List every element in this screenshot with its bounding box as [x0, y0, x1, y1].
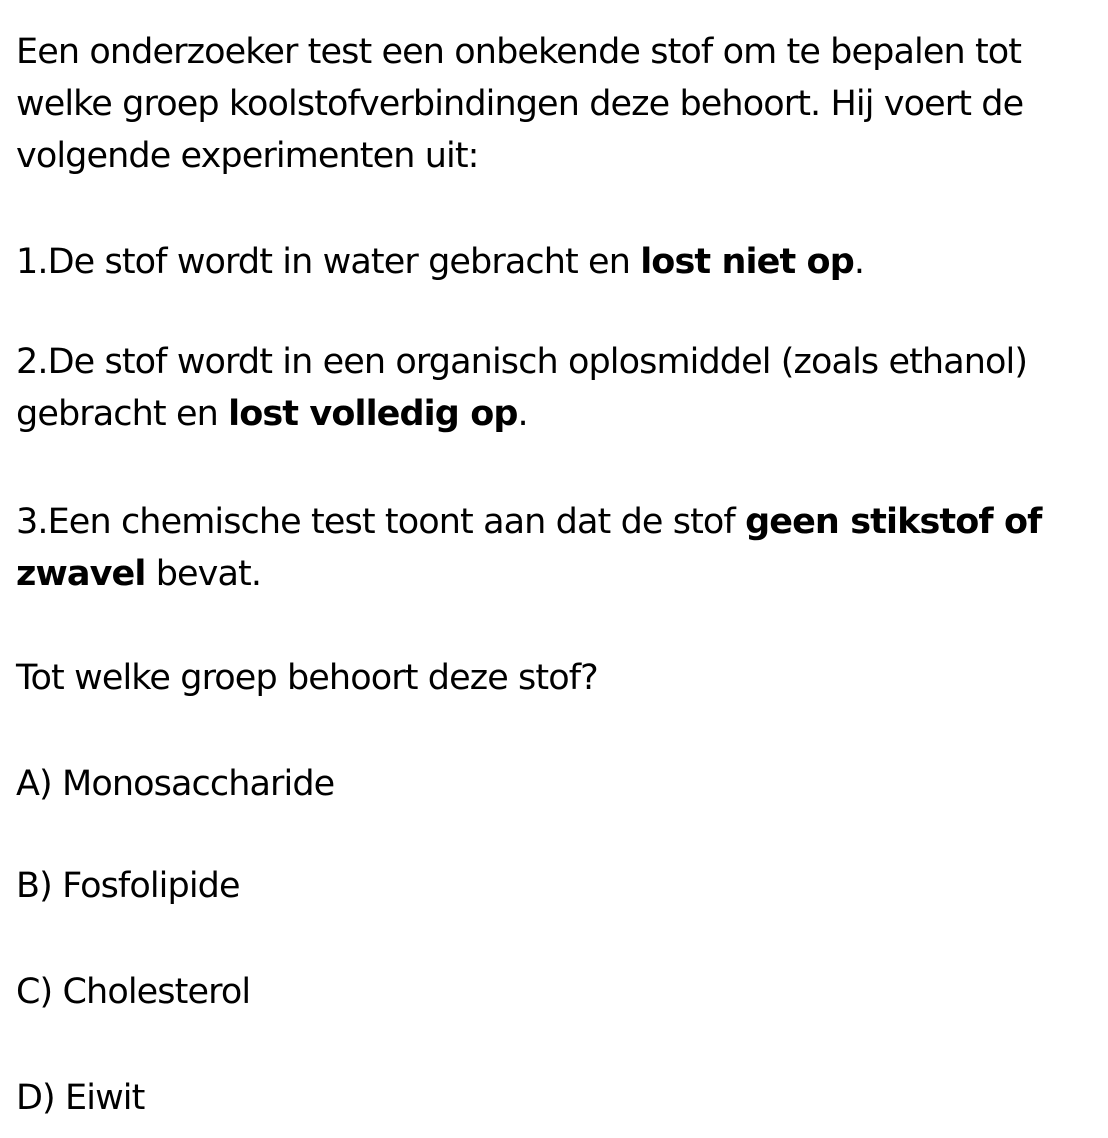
experiment-3-line-1: 3.Een chemische test toont aan dat de st…	[16, 496, 1042, 548]
experiment-3-result-cont: zwavel	[16, 554, 146, 594]
question-text: Tot welke groep behoort deze stof?	[16, 658, 599, 698]
experiment-3-result: geen stikstof of	[745, 502, 1042, 542]
experiment-1-text: 1.De stof wordt in water gebracht en	[16, 242, 641, 282]
intro-line-2: welke groep koolstofverbindingen deze be…	[16, 84, 1024, 124]
experiment-2-period: .	[517, 394, 529, 434]
experiment-2-line-1: 2.De stof wordt in een organisch oplosmi…	[16, 342, 1028, 382]
experiment-3-tail: bevat.	[145, 554, 262, 594]
option-c[interactable]: C) Cholesterol	[16, 966, 251, 1018]
experiment-2-line-2: gebracht en lost volledig op.	[16, 388, 529, 440]
option-d[interactable]: D) Eiwit	[16, 1072, 145, 1124]
intro-line-3: volgende experimenten uit:	[16, 136, 479, 176]
option-a[interactable]: A) Monosaccharide	[16, 758, 335, 810]
experiment-1-period: .	[853, 242, 865, 282]
intro-line-1: Een onderzoeker test een onbekende stof …	[16, 32, 1022, 72]
experiment-2-result: lost volledig op	[228, 394, 518, 434]
experiment-1: 1.De stof wordt in water gebracht en los…	[16, 236, 865, 288]
experiment-1-result: lost niet op	[640, 242, 855, 282]
experiment-3-text: 3.Een chemische test toont aan dat de st…	[16, 502, 746, 542]
option-b[interactable]: B) Fosfolipide	[16, 860, 241, 912]
experiment-2-text: gebracht en	[16, 394, 229, 434]
experiment-3-line-2: zwavel bevat.	[16, 548, 262, 600]
